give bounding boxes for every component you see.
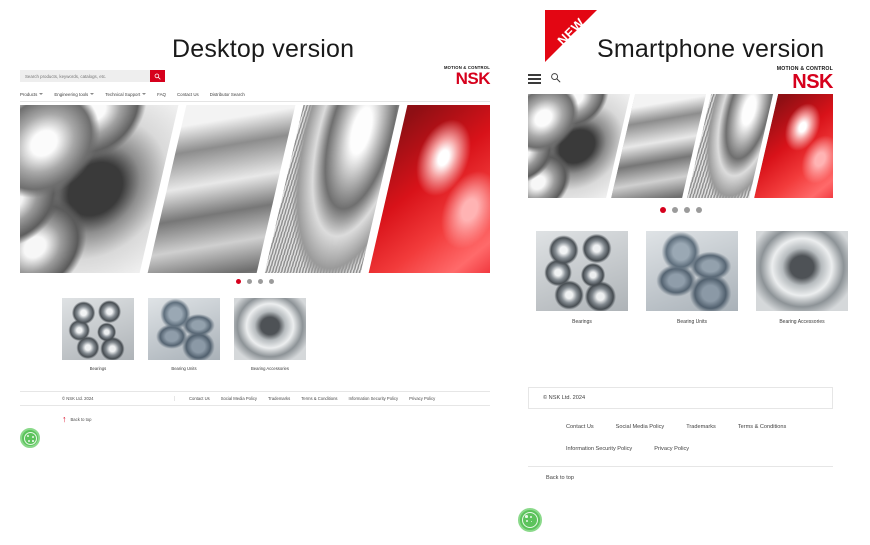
carousel-dot-2[interactable] xyxy=(671,207,678,213)
footer-link-social-media-policy[interactable]: Social Media Policy xyxy=(616,424,665,430)
product-card-label: Bearing Accessories xyxy=(779,319,825,325)
nav-label: Contact Us xyxy=(176,91,199,97)
carousel-dot-1[interactable] xyxy=(659,207,666,213)
nav-item-products[interactable]: Products xyxy=(20,91,44,97)
desktop-version-heading: Desktop version xyxy=(172,35,355,63)
footer-divider xyxy=(528,466,833,467)
smartphone-product-category-grid: Bearings Bearing Units Bearing Accessori… xyxy=(528,231,848,325)
product-card-label: Bearing Units xyxy=(676,319,707,325)
desktop-product-category-grid: Bearings Bearing Units Bearing Accessori… xyxy=(20,298,490,371)
footer-link-trademarks[interactable]: Trademarks xyxy=(686,424,716,430)
bearings-image xyxy=(536,231,628,311)
desktop-footer: © NSK Ltd. 2024 Contact Us Social Media … xyxy=(20,391,490,424)
nav-label: FAQ xyxy=(157,91,166,97)
hamburger-menu-icon[interactable] xyxy=(528,74,541,84)
back-to-top-label: Back to top xyxy=(546,475,574,481)
back-to-top-button[interactable]: ↑ Back to top xyxy=(20,415,490,424)
nav-item-technical-support[interactable]: Technical Support xyxy=(105,91,147,97)
carousel-dot-3[interactable] xyxy=(683,207,690,213)
desktop-website-mock: MOTION & CONTROL NSK Products Engineerin… xyxy=(20,65,491,448)
product-card-bearing-units[interactable]: Bearing Units xyxy=(148,298,220,371)
cookie-settings-icon xyxy=(518,508,542,532)
carousel-pagination-dots xyxy=(20,279,490,284)
footer-link-contact-us[interactable]: Contact Us xyxy=(189,396,210,401)
carousel-dot-1[interactable] xyxy=(236,279,241,284)
cookie-settings-button[interactable] xyxy=(20,428,40,448)
footer-link-privacy-policy[interactable]: Privacy Policy xyxy=(654,446,689,452)
nav-label: Products xyxy=(20,91,38,97)
nsk-wordmark: NSK xyxy=(455,68,491,88)
nav-item-engineering-tools[interactable]: Engineering tools xyxy=(54,91,95,97)
footer-link-privacy-policy[interactable]: Privacy Policy xyxy=(409,396,435,401)
search-icon[interactable] xyxy=(550,70,561,88)
product-card-bearing-accessories[interactable]: Bearing Accessories xyxy=(234,298,306,371)
desktop-main-navigation: Products Engineering tools Technical Sup… xyxy=(20,90,490,102)
nsk-logo[interactable]: MOTION & CONTROL NSK xyxy=(444,65,491,88)
bearing-accessories-image xyxy=(234,298,306,360)
product-card-bearings[interactable]: Bearings xyxy=(62,298,134,371)
product-card-label: Bearing Units xyxy=(171,366,197,371)
copyright-box: © NSK Ltd. 2024 xyxy=(528,387,833,409)
chevron-down-icon xyxy=(142,93,147,95)
nsk-logo[interactable]: MOTION & CONTROL NSK xyxy=(777,66,834,94)
product-card-label: Bearings xyxy=(89,366,107,371)
bearing-accessories-image xyxy=(756,231,848,311)
cookie-settings-button[interactable] xyxy=(518,508,542,532)
bearing-units-image xyxy=(646,231,738,311)
hero-carousel-banner[interactable] xyxy=(528,94,833,198)
search-button[interactable] xyxy=(150,70,165,82)
desktop-footer-links: Contact Us Social Media Policy Trademark… xyxy=(175,396,435,401)
smartphone-footer-links-row-1: Contact Us Social Media Policy Trademark… xyxy=(528,424,833,430)
footer-link-information-security-policy[interactable]: Information Security Policy xyxy=(349,396,399,401)
screenshot-root: Desktop version MOTION & CONTROL NSK Pro… xyxy=(0,0,870,545)
copyright-text: © NSK Ltd. 2024 xyxy=(20,396,175,401)
back-to-top-label: Back to top xyxy=(70,417,92,422)
bearing-units-image xyxy=(148,298,220,360)
product-card-bearings[interactable]: Bearings xyxy=(536,231,628,325)
nsk-wordmark: NSK xyxy=(792,71,833,94)
search-input[interactable] xyxy=(20,70,150,82)
smartphone-footer-links-row-2: Information Security Policy Privacy Poli… xyxy=(528,446,833,452)
footer-link-terms-conditions[interactable]: Terms & Conditions xyxy=(301,396,337,401)
hero-carousel-banner[interactable] xyxy=(20,105,490,273)
chevron-down-icon xyxy=(90,93,95,95)
nav-item-faq[interactable]: FAQ xyxy=(157,92,166,97)
product-card-label: Bearing Accessories xyxy=(251,366,289,371)
nav-item-contact-us[interactable]: Contact Us xyxy=(177,92,199,97)
carousel-pagination-dots xyxy=(528,207,833,213)
smartphone-header: MOTION & CONTROL NSK xyxy=(528,66,834,94)
cookie-settings-icon xyxy=(20,428,40,448)
nav-item-distributor-search[interactable]: Distributor Search xyxy=(210,92,245,97)
smartphone-version-heading: Smartphone version xyxy=(597,35,825,63)
back-to-top-button[interactable]: Back to top xyxy=(528,475,833,481)
product-card-bearing-units[interactable]: Bearing Units xyxy=(646,231,738,325)
carousel-dot-3[interactable] xyxy=(258,279,263,284)
nav-label: Distributor Search xyxy=(209,91,245,97)
desktop-header-search-row: MOTION & CONTROL NSK xyxy=(20,65,491,87)
search-icon xyxy=(154,73,161,80)
nav-label: Technical Support xyxy=(105,91,141,97)
footer-link-terms-conditions[interactable]: Terms & Conditions xyxy=(738,424,787,430)
copyright-text: © NSK Ltd. 2024 xyxy=(543,395,586,401)
smartphone-footer: © NSK Ltd. 2024 Contact Us Social Media … xyxy=(528,387,833,481)
nav-label: Engineering tools xyxy=(54,91,89,97)
chevron-down-icon xyxy=(39,93,44,95)
carousel-dot-4[interactable] xyxy=(269,279,274,284)
footer-link-trademarks[interactable]: Trademarks xyxy=(268,396,290,401)
desktop-footer-bar: © NSK Ltd. 2024 Contact Us Social Media … xyxy=(20,391,490,406)
smartphone-website-mock: MOTION & CONTROL NSK Bearings Bearing Un… xyxy=(518,66,848,532)
bearings-image xyxy=(62,298,134,360)
carousel-dot-2[interactable] xyxy=(247,279,252,284)
footer-link-social-media-policy[interactable]: Social Media Policy xyxy=(221,396,257,401)
footer-link-contact-us[interactable]: Contact Us xyxy=(566,424,594,430)
carousel-dot-4[interactable] xyxy=(695,207,702,213)
product-card-label: Bearings xyxy=(572,319,592,325)
footer-link-information-security-policy[interactable]: Information Security Policy xyxy=(566,446,632,452)
new-ribbon-badge: NEW xyxy=(545,10,597,62)
product-card-bearing-accessories[interactable]: Bearing Accessories xyxy=(756,231,848,325)
arrow-up-icon: ↑ xyxy=(62,414,67,424)
